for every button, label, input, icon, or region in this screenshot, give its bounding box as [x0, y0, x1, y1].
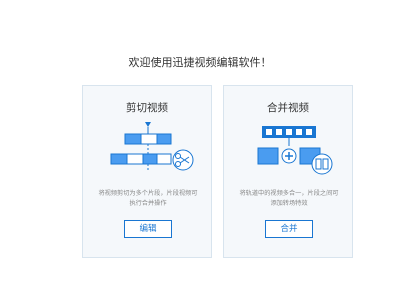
cut-video-card[interactable]: 剪切视频 将视频剪切为多个片段，片段视频可 执行合并操作 编辑 — [82, 85, 212, 258]
edit-button[interactable]: 编辑 — [124, 220, 172, 238]
cut-video-description: 将视频剪切为多个片段，片段视频可 执行合并操作 — [97, 189, 199, 209]
merge-video-icon — [224, 120, 354, 180]
merge-video-description: 将轨道中的视频多合一，片段之间可 添加转场特效 — [238, 189, 340, 209]
welcome-title: 欢迎使用迅捷视频编辑软件！ — [128, 56, 272, 69]
merge-desc-line2: 添加转场特效 — [270, 200, 308, 207]
scissors-cut-icon — [83, 120, 213, 180]
merge-desc-line1: 将轨道中的视频多合一，片段之间可 — [239, 190, 339, 197]
merge-video-card[interactable]: 合并视频 将轨道中的视频多合一，片段之间可 添加转场特效 合并 — [223, 85, 353, 258]
cut-video-title: 剪切视频 — [126, 102, 168, 114]
merge-button[interactable]: 合并 — [265, 220, 313, 238]
cut-desc-line2: 执行合并操作 — [129, 200, 167, 207]
merge-video-title: 合并视频 — [267, 102, 309, 114]
cut-desc-line1: 将视频剪切为多个片段，片段视频可 — [98, 190, 198, 197]
